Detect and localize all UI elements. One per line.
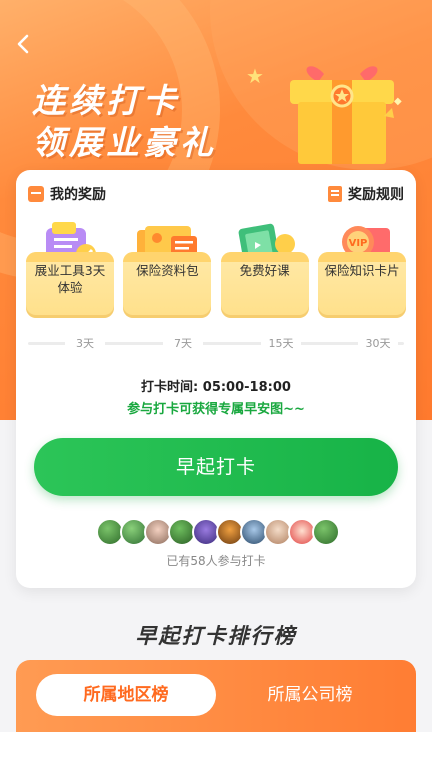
gift-box-icon — [290, 66, 394, 164]
reward-item[interactable]: VIP 保险知识卡片 — [317, 222, 406, 322]
day-marker: 30天 — [358, 336, 398, 352]
gift-small-icon — [28, 186, 44, 202]
headline: 连续打卡 领展业豪礼 — [32, 80, 217, 164]
reward-label: 保险资料包 — [136, 263, 199, 278]
reward-item[interactable]: 展业工具3天体验 — [26, 222, 114, 322]
svg-text:VIP: VIP — [349, 238, 368, 249]
tab-region-ranking[interactable]: 所属地区榜 — [36, 674, 216, 716]
day-marker: 15天 — [261, 336, 301, 352]
avatar — [312, 518, 340, 546]
reward-rule-link[interactable]: 奖励规则 — [328, 184, 404, 204]
checkin-progress: 3天 7天 15天 30天 — [28, 336, 404, 356]
headline-line2: 领展业豪礼 — [32, 123, 217, 162]
tab-company-ranking[interactable]: 所属公司榜 — [220, 674, 400, 716]
early-checkin-button[interactable]: 早起打卡 — [34, 438, 398, 496]
headline-line1: 连续打卡 — [32, 81, 180, 120]
reward-label: 保险知识卡片 — [324, 263, 400, 278]
star-icon: ★ — [246, 64, 264, 88]
checkin-tip: 参与打卡可获得专属早安图~~ — [127, 402, 305, 417]
reward-item[interactable]: 保险资料包 — [123, 222, 212, 322]
day-marker: 3天 — [65, 336, 105, 352]
reward-label: 展业工具3天体验 — [34, 263, 106, 295]
reward-list: 展业工具3天体验 保险资料包 免费好课 VIP 保险知识卡片 — [26, 222, 406, 322]
my-reward-label: 我的奖励 — [50, 187, 106, 203]
my-reward-title: 我的奖励 — [28, 184, 106, 204]
reward-label: 免费好课 — [239, 263, 290, 278]
rules-doc-icon — [328, 186, 342, 202]
reward-card: 我的奖励 奖励规则 展业工具3天体验 保险资料包 免费好课 VIP 保险知识卡片… — [16, 170, 416, 588]
participant-count: 已有58人参与打卡 — [166, 554, 266, 568]
reward-rule-label: 奖励规则 — [348, 187, 404, 203]
participant-avatars — [96, 518, 340, 546]
day-marker: 7天 — [163, 336, 203, 352]
reward-item[interactable]: 免费好课 — [220, 222, 309, 322]
chevron-left-icon — [17, 34, 29, 54]
checkin-time: 打卡时间: 05:00-18:00 — [141, 380, 291, 395]
ranking-title: 早起打卡排行榜 — [135, 624, 297, 648]
back-button[interactable] — [12, 32, 36, 56]
ranking-content — [0, 732, 432, 768]
checkin-page: 连续打卡 领展业豪礼 ★ ◆ 我的奖励 奖励规则 展业工具3天体验 保险资料包 … — [0, 0, 432, 768]
card-header: 我的奖励 奖励规则 — [16, 184, 416, 206]
